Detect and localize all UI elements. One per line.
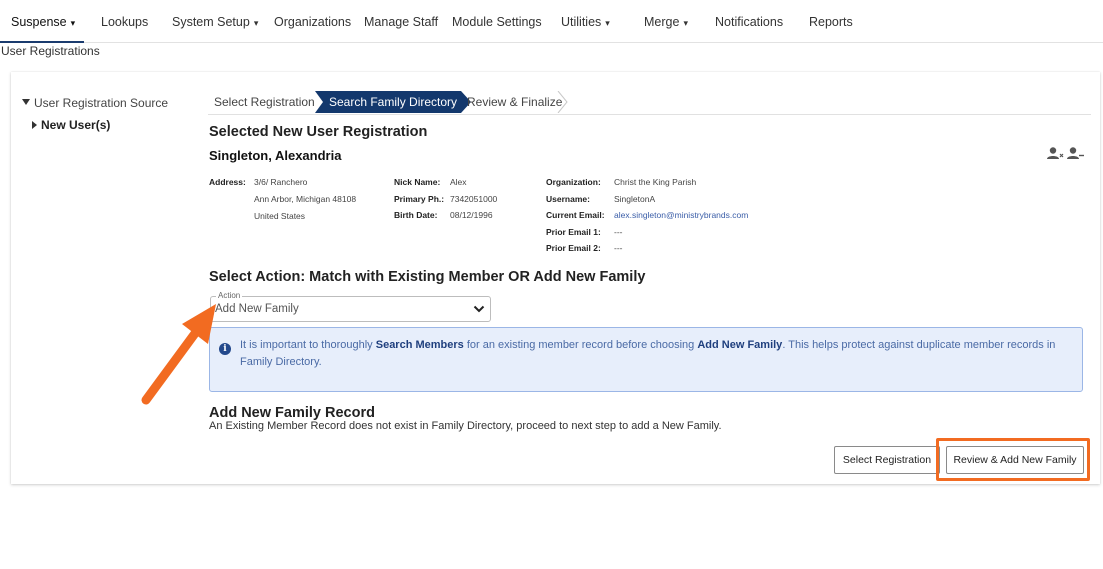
steps-divider <box>208 114 1091 115</box>
review-add-new-family-button[interactable]: Review & Add New Family <box>946 446 1084 474</box>
tree-root-label: User Registration Source <box>34 96 169 110</box>
current-email-label: Current Email: <box>546 210 605 220</box>
chevron-down-icon: ▾ <box>70 18 76 28</box>
nav-lookups-label: Lookups <box>101 15 149 29</box>
page-title: User Registrations <box>1 44 100 58</box>
prior-email2-label: Prior Email 2: <box>546 243 601 253</box>
username-label: Username: <box>546 194 590 204</box>
select-action-title: Select Action: Match with Existing Membe… <box>209 269 646 285</box>
step-select-registration[interactable]: Select Registration <box>214 91 315 113</box>
prior-email1-label: Prior Email 1: <box>546 227 601 237</box>
info-search-members-emphasis: Search Members <box>375 339 464 351</box>
nav-module-settings-label: Module Settings <box>452 15 542 29</box>
nav-suspense-label: Suspense <box>11 15 67 29</box>
nav-merge[interactable]: Merge ▾ <box>644 15 688 29</box>
nav-manage-staff-label: Manage Staff <box>364 15 439 29</box>
chevron-down-icon: ▾ <box>253 18 259 28</box>
current-email-link[interactable]: alex.singleton@ministrybrands.com <box>614 210 748 220</box>
registrant-name: Singleton, Alexandria <box>209 148 342 163</box>
caret-down-icon <box>22 99 30 105</box>
action-select-label: Action <box>216 291 243 300</box>
nav-system-setup[interactable]: System Setup ▾ <box>172 15 258 29</box>
remove-user-x-icon[interactable] <box>1047 147 1064 159</box>
birthdate-label: Birth Date: <box>394 210 438 220</box>
action-select-value: Add New Family <box>215 303 299 315</box>
remove-user-minus-icon[interactable] <box>1067 147 1084 159</box>
nav-lookups[interactable]: Lookups <box>101 15 148 29</box>
nav-module-settings[interactable]: Module Settings <box>452 15 542 29</box>
nav-suspense[interactable]: Suspense ▾ <box>11 15 75 29</box>
nav-system-setup-label: System Setup <box>172 15 250 29</box>
registrant-actions <box>1047 147 1084 159</box>
nav-utilities-label: Utilities <box>561 15 602 29</box>
info-icon: i <box>219 343 231 355</box>
step-chevron-icon <box>557 91 568 113</box>
info-text-part: for an existing member record before cho… <box>463 339 698 351</box>
tree-child-label: New User(s) <box>41 118 111 132</box>
nav-manage-staff[interactable]: Manage Staff <box>364 15 438 29</box>
step-review-finalize[interactable]: Review & Finalize <box>467 91 562 113</box>
username-value: SingletonA <box>614 194 656 204</box>
add-family-description: An Existing Member Record does not exist… <box>209 420 722 432</box>
nickname-value: Alex <box>450 177 467 187</box>
add-family-title: Add New Family Record <box>209 405 375 421</box>
top-nav: Suspense ▾ Lookups System Setup ▾ Organiza… <box>0 0 1103 43</box>
tree-item-registration-source[interactable]: User Registration Source <box>22 96 168 110</box>
chevron-down-icon: ▾ <box>683 18 688 28</box>
organization-label: Organization: <box>546 177 601 187</box>
address-line3: United States <box>254 211 306 221</box>
address-label: Address: <box>209 177 246 187</box>
nav-active-indicator <box>0 41 84 43</box>
prior-email2-value: --- <box>614 243 623 253</box>
nav-notifications-label: Notifications <box>715 15 784 29</box>
phone-value: 7342051000 <box>450 194 498 204</box>
nav-organizations-label: Organizations <box>274 15 352 29</box>
selected-registration-title: Selected New User Registration <box>209 124 428 140</box>
info-alert-text: It is important to thoroughly Search Mem… <box>240 337 1075 371</box>
chevron-down-icon <box>473 305 485 313</box>
phone-label: Primary Ph.: <box>394 194 445 204</box>
info-add-new-family-emphasis: Add New Family <box>697 339 783 351</box>
select-registration-button[interactable]: Select Registration <box>834 446 940 474</box>
info-text-part: It is important to thoroughly <box>240 339 376 351</box>
chevron-down-icon: ▾ <box>605 18 610 28</box>
step-search-family-directory[interactable]: Search Family Directory <box>315 91 471 113</box>
tree-item-new-users[interactable]: New User(s) <box>32 118 110 132</box>
birthdate-value: 08/12/1996 <box>450 210 493 220</box>
organization-value: Christ the King Parish <box>614 177 697 187</box>
nav-notifications[interactable]: Notifications <box>715 15 783 29</box>
nickname-label: Nick Name: <box>394 177 441 187</box>
nav-organizations[interactable]: Organizations <box>274 15 351 29</box>
caret-right-icon <box>32 121 37 129</box>
nav-reports-label: Reports <box>809 15 853 29</box>
nav-reports[interactable]: Reports <box>809 15 853 29</box>
prior-email1-value: --- <box>614 227 623 237</box>
address-line1: 3/6/ Ranchero <box>254 177 308 187</box>
address-line2: Ann Arbor, Michigan 48108 <box>254 194 357 204</box>
nav-merge-label: Merge <box>644 15 680 29</box>
nav-utilities[interactable]: Utilities ▾ <box>561 15 610 29</box>
